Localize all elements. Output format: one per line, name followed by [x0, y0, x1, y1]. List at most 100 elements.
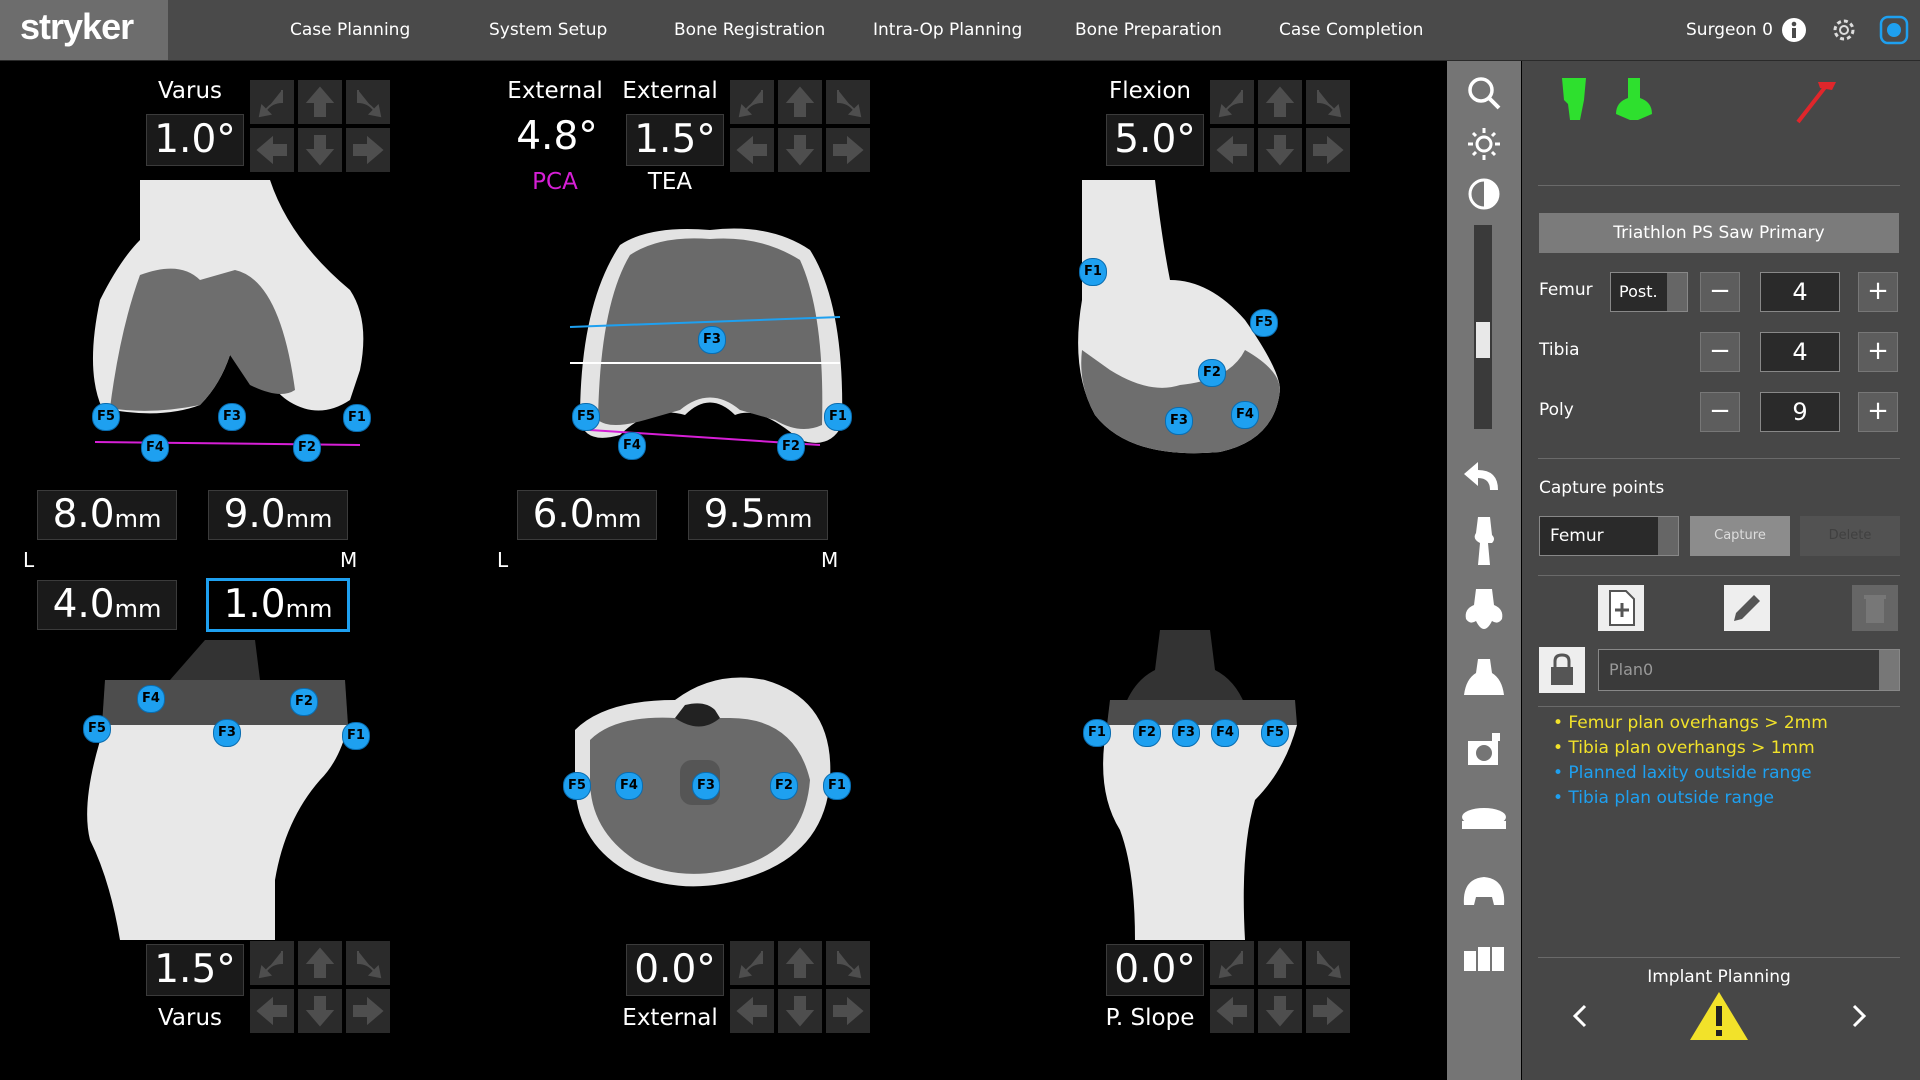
femur-sagittal-bone-view[interactable] — [1070, 180, 1320, 460]
delete-plan-icon[interactable] — [1852, 585, 1898, 631]
right-arrow-button[interactable] — [346, 128, 390, 172]
tibia-coronal-bone-view[interactable] — [70, 640, 360, 940]
undo-icon[interactable] — [1458, 450, 1510, 502]
info-icon[interactable] — [1778, 14, 1810, 46]
landmark-point-f2[interactable]: F2 — [290, 688, 318, 716]
landmark-point-f2[interactable]: F2 — [1133, 719, 1161, 747]
camera-status-icon[interactable] — [1878, 14, 1910, 46]
left-arrow-button[interactable] — [1210, 128, 1254, 172]
landmark-point-f1[interactable]: F1 — [1083, 719, 1111, 747]
right-arrow-button[interactable] — [826, 128, 870, 172]
rotate-ccw-arrow-button[interactable] — [250, 941, 294, 985]
landmark-point-f1[interactable]: F1 — [342, 722, 370, 750]
landmark-point-f4[interactable]: F4 — [618, 432, 646, 460]
tibia-sagittal-bone-view[interactable] — [1075, 630, 1315, 940]
down-arrow-button[interactable] — [1258, 989, 1302, 1033]
landmark-point-f5[interactable]: F5 — [563, 772, 591, 800]
left-arrow-button[interactable] — [730, 989, 774, 1033]
probe-icon[interactable] — [1458, 725, 1510, 777]
landmark-point-f4[interactable]: F4 — [141, 434, 169, 462]
rotate-ccw-arrow-button[interactable] — [730, 80, 774, 124]
landmark-point-f3[interactable]: F3 — [1172, 719, 1200, 747]
landmark-point-f1[interactable]: F1 — [1079, 258, 1107, 286]
tibia-coronal-medial-resection[interactable]: 1.0mm — [206, 578, 350, 632]
nav-bone-preparation[interactable]: Bone Preparation — [1075, 0, 1222, 60]
poly-increment-button[interactable]: + — [1858, 392, 1898, 432]
landmark-point-f3[interactable]: F3 — [698, 326, 726, 354]
rotate-cw-arrow-button[interactable] — [346, 80, 390, 124]
nav-bone-registration[interactable]: Bone Registration — [674, 0, 825, 60]
landmark-point-f3[interactable]: F3 — [1165, 407, 1193, 435]
landmark-point-f1[interactable]: F1 — [823, 772, 851, 800]
down-arrow-button[interactable] — [778, 128, 822, 172]
femur-increment-button[interactable]: + — [1858, 272, 1898, 312]
nav-system-setup[interactable]: System Setup — [489, 0, 607, 60]
edit-plan-icon[interactable] — [1724, 585, 1770, 631]
femur-type-dropdown[interactable]: Post. — [1610, 272, 1688, 312]
landmark-point-f3[interactable]: F3 — [218, 403, 246, 431]
rotate-ccw-arrow-button[interactable] — [250, 80, 294, 124]
landmark-point-f3[interactable]: F3 — [213, 719, 241, 747]
up-arrow-button[interactable] — [298, 80, 342, 124]
femur-implant-icon[interactable] — [1458, 585, 1510, 637]
capture-bone-dropdown[interactable]: Femur — [1539, 516, 1679, 556]
nav-case-completion[interactable]: Case Completion — [1279, 0, 1423, 60]
plan-name-field[interactable]: Plan0 — [1598, 649, 1900, 691]
femur-decrement-button[interactable]: − — [1700, 272, 1740, 312]
left-arrow-button[interactable] — [1210, 989, 1254, 1033]
landmark-point-f3[interactable]: F3 — [692, 772, 720, 800]
landmark-point-f5[interactable]: F5 — [1250, 309, 1278, 337]
delete-point-button[interactable]: Delete — [1800, 516, 1900, 556]
probe-red-icon[interactable] — [1790, 74, 1842, 126]
landmark-point-f2[interactable]: F2 — [293, 434, 321, 462]
landmark-point-f2[interactable]: F2 — [1198, 359, 1226, 387]
left-arrow-button[interactable] — [250, 989, 294, 1033]
down-arrow-button[interactable] — [778, 989, 822, 1033]
rotate-cw-arrow-button[interactable] — [1306, 80, 1350, 124]
landmark-point-f5[interactable]: F5 — [572, 403, 600, 431]
lock-plan-icon[interactable] — [1539, 647, 1585, 693]
down-arrow-button[interactable] — [1258, 128, 1302, 172]
knee-joint-icon[interactable] — [1458, 515, 1510, 567]
landmark-point-f4[interactable]: F4 — [615, 772, 643, 800]
contrast-icon[interactable] — [1458, 168, 1510, 220]
up-arrow-button[interactable] — [298, 941, 342, 985]
brightness-slider[interactable] — [1474, 225, 1492, 429]
rotate-cw-arrow-button[interactable] — [1306, 941, 1350, 985]
tibia-implant-icon[interactable] — [1458, 655, 1510, 707]
add-plan-icon[interactable] — [1598, 585, 1644, 631]
rotate-ccw-arrow-button[interactable] — [1210, 941, 1254, 985]
left-arrow-button[interactable] — [730, 128, 774, 172]
rotate-ccw-arrow-button[interactable] — [1210, 80, 1254, 124]
landmark-point-f4[interactable]: F4 — [1211, 719, 1239, 747]
landmark-point-f4[interactable]: F4 — [1231, 401, 1259, 429]
poly-insert-icon[interactable] — [1458, 795, 1510, 847]
rotate-ccw-arrow-button[interactable] — [730, 941, 774, 985]
landmark-point-f5[interactable]: F5 — [92, 403, 120, 431]
magnifier-icon[interactable] — [1458, 68, 1510, 120]
tibia-increment-button[interactable]: + — [1858, 332, 1898, 372]
next-chevron-icon[interactable] — [1842, 1000, 1874, 1032]
right-arrow-button[interactable] — [1306, 128, 1350, 172]
nav-case-planning[interactable]: Case Planning — [290, 0, 410, 60]
tibia-decrement-button[interactable]: − — [1700, 332, 1740, 372]
landmark-point-f4[interactable]: F4 — [137, 685, 165, 713]
up-arrow-button[interactable] — [778, 941, 822, 985]
tibia-implant-green-icon[interactable] — [1608, 74, 1660, 126]
up-arrow-button[interactable] — [1258, 941, 1302, 985]
rotate-cw-arrow-button[interactable] — [346, 941, 390, 985]
landmark-point-f5[interactable]: F5 — [83, 715, 111, 743]
implant-3d-icon[interactable] — [1458, 865, 1510, 917]
rotate-cw-arrow-button[interactable] — [826, 941, 870, 985]
settings-gear-icon[interactable] — [1828, 14, 1860, 46]
landmark-point-f1[interactable]: F1 — [343, 404, 371, 432]
right-arrow-button[interactable] — [826, 989, 870, 1033]
layout-icon[interactable] — [1458, 935, 1510, 987]
rotate-cw-arrow-button[interactable] — [826, 80, 870, 124]
landmark-point-f2[interactable]: F2 — [777, 433, 805, 461]
landmark-point-f2[interactable]: F2 — [770, 772, 798, 800]
up-arrow-button[interactable] — [1258, 80, 1302, 124]
warning-triangle-icon[interactable] — [1688, 990, 1750, 1042]
right-arrow-button[interactable] — [346, 989, 390, 1033]
landmark-point-f5[interactable]: F5 — [1261, 719, 1289, 747]
